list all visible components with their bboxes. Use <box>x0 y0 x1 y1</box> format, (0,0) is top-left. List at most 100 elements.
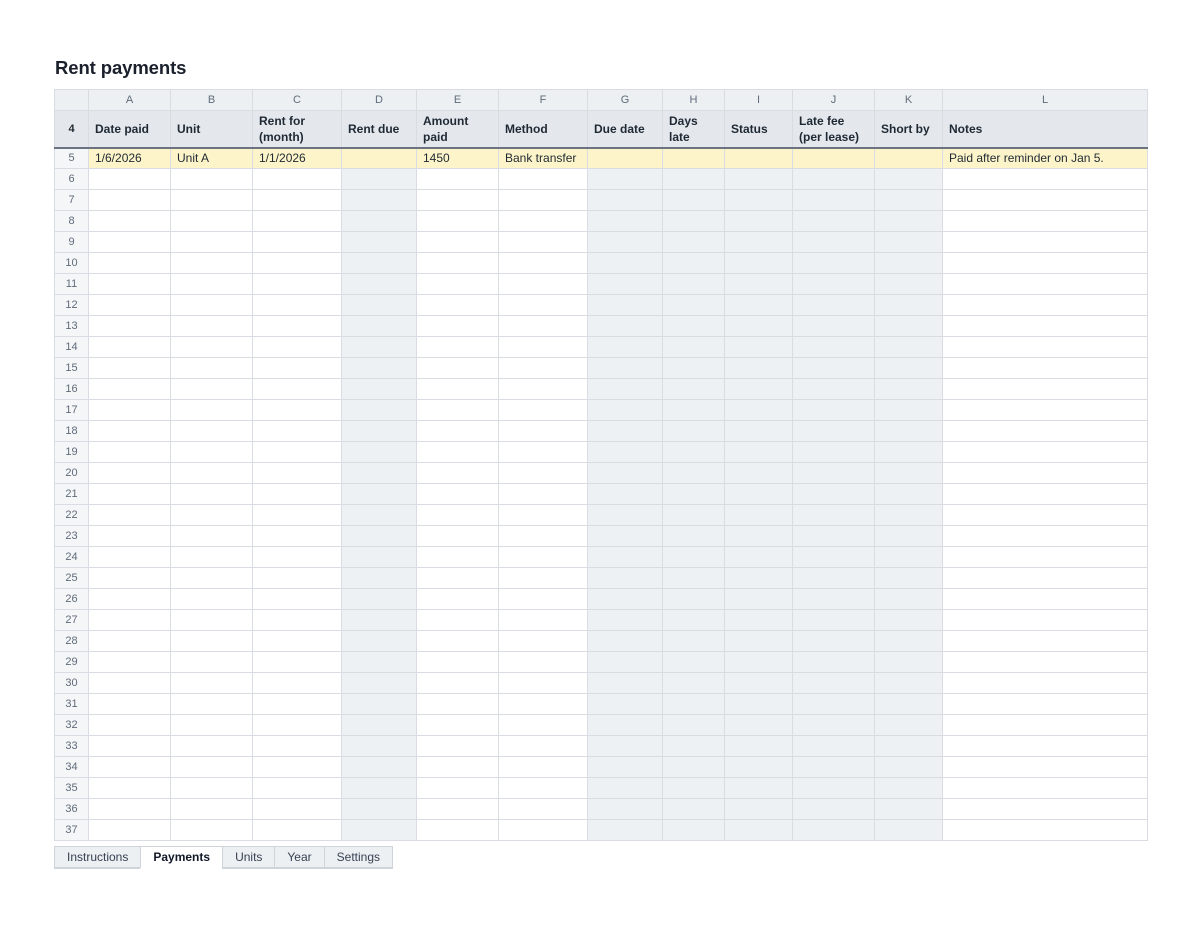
cell[interactable] <box>942 714 1148 736</box>
cell[interactable] <box>587 525 663 547</box>
cell[interactable] <box>416 798 499 820</box>
cell[interactable] <box>587 231 663 253</box>
cell[interactable] <box>170 504 253 526</box>
column-letter-e[interactable]: E <box>416 89 499 111</box>
cell[interactable] <box>252 483 342 505</box>
cell[interactable] <box>724 714 793 736</box>
cell[interactable] <box>416 336 499 358</box>
column-letter-k[interactable]: K <box>874 89 943 111</box>
cell[interactable]: 1/1/2026 <box>252 147 342 169</box>
cell[interactable] <box>662 462 725 484</box>
cell[interactable] <box>170 210 253 232</box>
cell[interactable] <box>341 189 417 211</box>
cell[interactable] <box>170 525 253 547</box>
cell[interactable] <box>252 378 342 400</box>
row-number[interactable]: 33 <box>54 735 89 757</box>
cell[interactable] <box>942 546 1148 568</box>
cell[interactable] <box>170 735 253 757</box>
cell[interactable] <box>498 588 588 610</box>
cell[interactable] <box>942 483 1148 505</box>
column-letter-a[interactable]: A <box>88 89 171 111</box>
row-number[interactable]: 10 <box>54 252 89 274</box>
row-number[interactable]: 21 <box>54 483 89 505</box>
cell[interactable] <box>874 609 943 631</box>
cell[interactable] <box>587 168 663 190</box>
cell[interactable] <box>341 609 417 631</box>
cell[interactable] <box>341 777 417 799</box>
cell[interactable] <box>252 777 342 799</box>
cell[interactable] <box>88 231 171 253</box>
cell[interactable] <box>792 819 875 841</box>
cell[interactable] <box>587 315 663 337</box>
cell[interactable] <box>942 651 1148 673</box>
cell[interactable] <box>662 588 725 610</box>
cell[interactable] <box>724 273 793 295</box>
cell[interactable] <box>252 525 342 547</box>
cell[interactable] <box>88 483 171 505</box>
cell[interactable] <box>498 336 588 358</box>
header-cell[interactable]: Status <box>724 110 793 149</box>
cell[interactable] <box>252 798 342 820</box>
row-number[interactable]: 6 <box>54 168 89 190</box>
cell[interactable] <box>252 294 342 316</box>
cell[interactable] <box>88 294 171 316</box>
row-number[interactable]: 30 <box>54 672 89 694</box>
cell[interactable] <box>170 189 253 211</box>
cell[interactable] <box>662 651 725 673</box>
cell[interactable] <box>88 672 171 694</box>
cell[interactable] <box>792 630 875 652</box>
cell[interactable] <box>252 588 342 610</box>
cell[interactable] <box>498 651 588 673</box>
column-letter-f[interactable]: F <box>498 89 588 111</box>
cell[interactable] <box>874 462 943 484</box>
row-number[interactable]: 37 <box>54 819 89 841</box>
cell[interactable] <box>587 252 663 274</box>
cell[interactable] <box>874 273 943 295</box>
cell[interactable] <box>874 252 943 274</box>
cell[interactable] <box>498 210 588 232</box>
cell[interactable] <box>724 546 793 568</box>
cell[interactable] <box>416 273 499 295</box>
cell[interactable] <box>341 756 417 778</box>
cell[interactable] <box>792 798 875 820</box>
cell[interactable] <box>416 693 499 715</box>
cell[interactable] <box>874 147 943 169</box>
cell[interactable] <box>942 273 1148 295</box>
cell[interactable] <box>587 777 663 799</box>
cell[interactable] <box>416 630 499 652</box>
cell[interactable] <box>170 168 253 190</box>
cell[interactable] <box>874 210 943 232</box>
cell[interactable] <box>341 378 417 400</box>
cell[interactable] <box>662 189 725 211</box>
cell[interactable] <box>942 756 1148 778</box>
cell[interactable] <box>724 588 793 610</box>
cell[interactable] <box>341 252 417 274</box>
cell[interactable] <box>724 819 793 841</box>
row-number[interactable]: 11 <box>54 273 89 295</box>
row-number[interactable]: 18 <box>54 420 89 442</box>
cell[interactable] <box>942 378 1148 400</box>
column-letter-j[interactable]: J <box>792 89 875 111</box>
cell[interactable] <box>587 336 663 358</box>
sheet-tab-units[interactable]: Units <box>222 846 275 869</box>
cell[interactable] <box>662 693 725 715</box>
cell[interactable] <box>587 567 663 589</box>
cell[interactable] <box>724 231 793 253</box>
cell[interactable] <box>341 504 417 526</box>
cell[interactable] <box>252 441 342 463</box>
cell[interactable] <box>874 672 943 694</box>
cell[interactable] <box>252 714 342 736</box>
cell[interactable] <box>170 252 253 274</box>
cell[interactable] <box>942 504 1148 526</box>
cell[interactable] <box>792 462 875 484</box>
cell[interactable] <box>170 798 253 820</box>
cell[interactable] <box>252 651 342 673</box>
cell[interactable] <box>416 672 499 694</box>
cell[interactable] <box>724 252 793 274</box>
cell[interactable] <box>416 420 499 442</box>
cell[interactable] <box>341 210 417 232</box>
cell[interactable] <box>88 357 171 379</box>
cell[interactable] <box>341 567 417 589</box>
column-letter-h[interactable]: H <box>662 89 725 111</box>
cell[interactable] <box>724 462 793 484</box>
